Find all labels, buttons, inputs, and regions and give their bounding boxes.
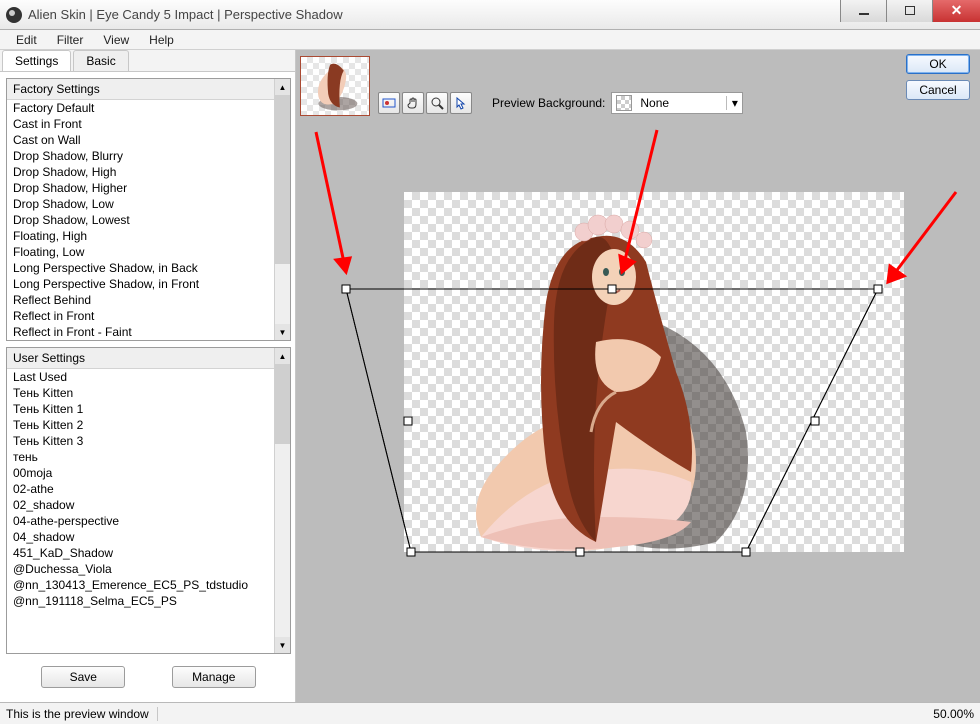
list-item[interactable]: Тень Kitten 3 xyxy=(7,433,274,449)
list-item[interactable]: Floating, High xyxy=(7,228,274,244)
scrollbar[interactable]: ▲ ▼ xyxy=(274,79,290,340)
cancel-button[interactable]: Cancel xyxy=(906,80,970,100)
user-settings-header: User Settings xyxy=(7,348,290,369)
list-item[interactable]: @Duchessa_Viola xyxy=(7,561,274,577)
list-item[interactable]: 04_shadow xyxy=(7,529,274,545)
list-item[interactable]: Тень Kitten 2 xyxy=(7,417,274,433)
list-item[interactable]: Drop Shadow, Higher xyxy=(7,180,274,196)
list-item[interactable]: Reflect in Front xyxy=(7,308,274,324)
list-item[interactable]: Long Perspective Shadow, in Front xyxy=(7,276,274,292)
zoom-tool[interactable] xyxy=(426,92,448,114)
status-hint: This is the preview window xyxy=(6,707,158,721)
list-item[interactable]: Cast on Wall xyxy=(7,132,274,148)
minimize-button[interactable] xyxy=(840,0,886,22)
list-item[interactable]: 02_shadow xyxy=(7,497,274,513)
list-item[interactable]: Last Used xyxy=(7,369,274,385)
tab-settings[interactable]: Settings xyxy=(2,50,71,71)
list-item[interactable]: Drop Shadow, Blurry xyxy=(7,148,274,164)
preview-background-label: Preview Background: xyxy=(492,96,605,110)
list-item[interactable]: Floating, Low xyxy=(7,244,274,260)
app-icon xyxy=(6,7,22,23)
list-item[interactable]: тень xyxy=(7,449,274,465)
list-item[interactable]: 04-athe-perspective xyxy=(7,513,274,529)
show-original-tool[interactable] xyxy=(378,92,400,114)
menu-view[interactable]: View xyxy=(95,31,137,49)
preview-canvas[interactable] xyxy=(296,122,980,702)
list-item[interactable]: Factory Default xyxy=(7,100,274,116)
list-item[interactable]: Reflect in Front - Faint xyxy=(7,324,274,340)
ok-button[interactable]: OK xyxy=(906,54,970,74)
list-item[interactable]: Drop Shadow, Low xyxy=(7,196,274,212)
transparency-swatch-icon xyxy=(616,95,632,111)
title-bar: Alien Skin | Eye Candy 5 Impact | Perspe… xyxy=(0,0,980,30)
menu-filter[interactable]: Filter xyxy=(49,31,92,49)
list-item[interactable]: Drop Shadow, High xyxy=(7,164,274,180)
close-button[interactable]: ✕ xyxy=(932,0,980,22)
window-title: Alien Skin | Eye Candy 5 Impact | Perspe… xyxy=(28,7,840,22)
preview-panel: Preview Background: None ▾ OK Cancel xyxy=(296,50,980,702)
user-settings-listbox[interactable]: User Settings Last UsedТень KittenТень K… xyxy=(6,347,291,654)
list-item[interactable]: 451_KaD_Shadow xyxy=(7,545,274,561)
menu-help[interactable]: Help xyxy=(141,31,182,49)
list-item[interactable]: 02-athe xyxy=(7,481,274,497)
tab-basic[interactable]: Basic xyxy=(73,50,128,71)
save-button[interactable]: Save xyxy=(41,666,125,688)
hand-tool[interactable] xyxy=(402,92,424,114)
status-bar: This is the preview window 50.00% xyxy=(0,702,980,724)
preview-background-value: None xyxy=(636,96,726,110)
list-item[interactable]: @nn_130413_Emerence_EC5_PS_tdstudio xyxy=(7,577,274,593)
list-item[interactable]: Drop Shadow, Lowest xyxy=(7,212,274,228)
window-controls: ✕ xyxy=(840,0,980,22)
menu-bar: Edit Filter View Help xyxy=(0,30,980,50)
settings-panel: Settings Basic Factory Settings Factory … xyxy=(0,50,296,702)
scrollbar[interactable]: ▲ ▼ xyxy=(274,348,290,653)
move-tool[interactable] xyxy=(450,92,472,114)
factory-settings-header: Factory Settings xyxy=(7,79,290,100)
list-item[interactable]: @nn_191118_Selma_EC5_PS xyxy=(7,593,274,609)
chevron-down-icon[interactable]: ▾ xyxy=(726,96,742,110)
factory-settings-listbox[interactable]: Factory Settings Factory DefaultCast in … xyxy=(6,78,291,341)
menu-edit[interactable]: Edit xyxy=(8,31,45,49)
manage-button[interactable]: Manage xyxy=(172,666,256,688)
list-item[interactable]: Тень Kitten 1 xyxy=(7,401,274,417)
preview-thumbnail[interactable] xyxy=(300,56,370,116)
status-zoom: 50.00% xyxy=(933,707,974,721)
tab-row: Settings Basic xyxy=(0,50,295,72)
list-item[interactable]: Cast in Front xyxy=(7,116,274,132)
list-item[interactable]: 00moja xyxy=(7,465,274,481)
list-item[interactable]: Long Perspective Shadow, in Back xyxy=(7,260,274,276)
preview-background-combo[interactable]: None ▾ xyxy=(611,92,743,114)
list-item[interactable]: Reflect Behind xyxy=(7,292,274,308)
list-item[interactable]: Тень Kitten xyxy=(7,385,274,401)
maximize-button[interactable] xyxy=(886,0,932,22)
